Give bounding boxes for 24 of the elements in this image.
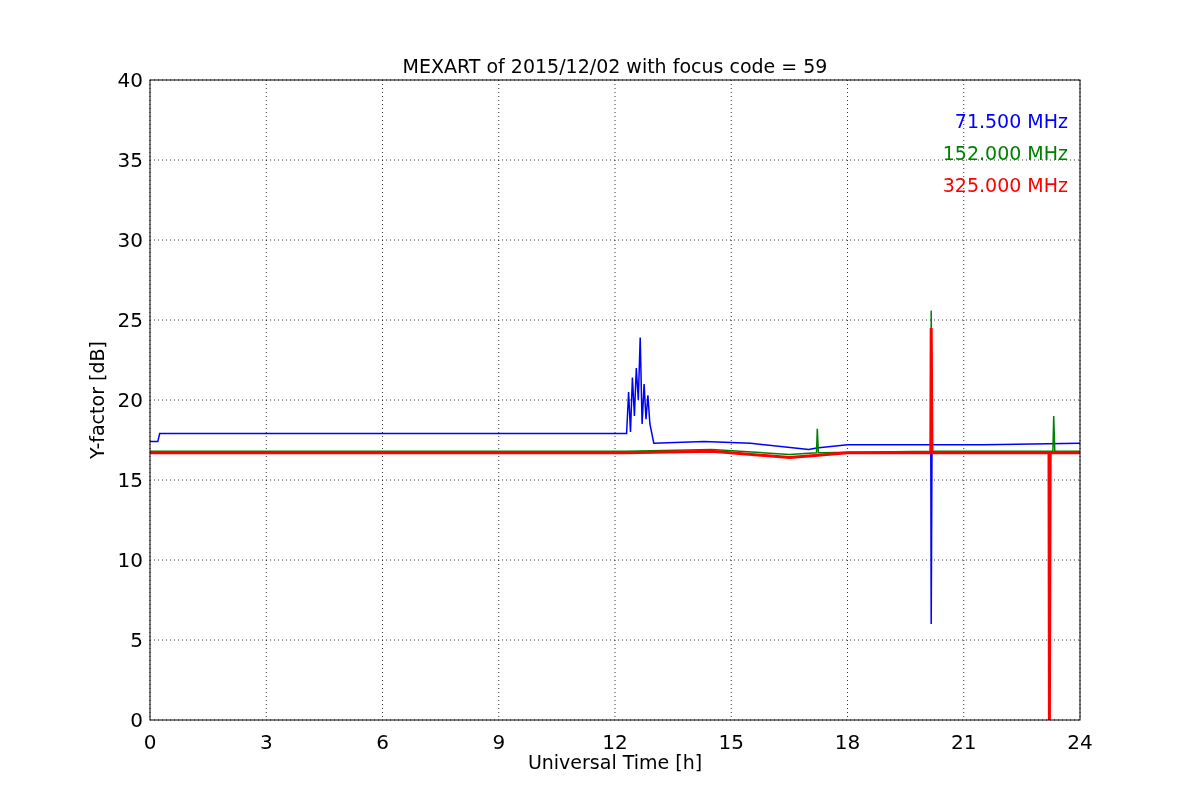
axis-tick-label: 15 <box>117 468 143 492</box>
axis-tick-label: 20 <box>117 388 143 412</box>
legend-label: 325.000 MHz <box>942 174 1068 196</box>
axis-tick-label: 40 <box>117 68 143 92</box>
y-axis-label: Y-factor [dB] <box>86 341 108 459</box>
axis-tick-label: 30 <box>117 228 143 252</box>
axis-tick-label: 6 <box>376 730 389 754</box>
x-axis-label: Universal Time [h] <box>527 751 703 773</box>
axis-tick-label: 0 <box>143 730 157 754</box>
axis-tick-label: 18 <box>834 730 861 754</box>
axis-tick-label: 24 <box>1067 730 1093 754</box>
axis-tick-label: 5 <box>130 628 143 652</box>
chart-title: MEXART of 2015/12/02 with focus code = 59 <box>402 55 828 77</box>
axis-tick-label: 9 <box>492 730 506 754</box>
axis-tick-label: 15 <box>718 730 744 754</box>
axis-tick-label: 21 <box>951 730 977 754</box>
legend-label: 152.000 MHz <box>942 142 1068 164</box>
axis-tick-label: 10 <box>117 548 143 572</box>
axis-tick-label: 25 <box>117 308 143 332</box>
axis-tick-label: 35 <box>117 148 143 172</box>
axis-tick-label: 3 <box>259 730 273 754</box>
axis-tick-label: 0 <box>130 708 143 732</box>
axis-tick-label: 12 <box>602 730 628 754</box>
legend-label: 71.500 MHz <box>954 110 1068 132</box>
